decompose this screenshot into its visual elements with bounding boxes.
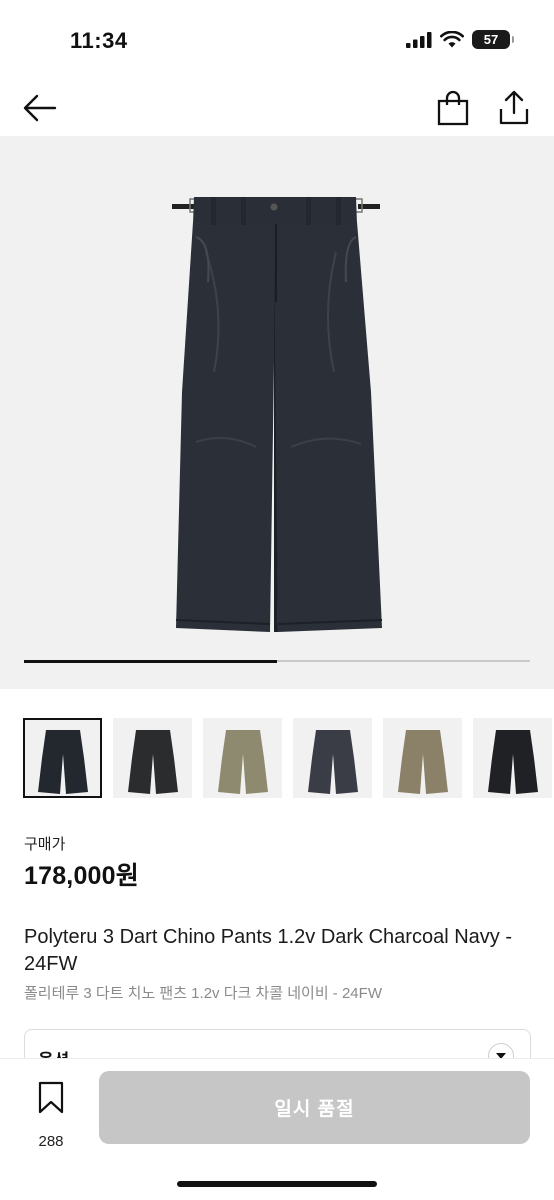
- battery-level: 57: [483, 32, 499, 47]
- price: 178,000원: [24, 862, 139, 890]
- wishlist-count: 288: [38, 1133, 64, 1150]
- product-image: [172, 197, 383, 632]
- battery-icon: 57: [472, 30, 514, 49]
- thumbnail-item[interactable]: [113, 718, 192, 798]
- status-time: 11:34: [70, 28, 128, 53]
- wishlist-button[interactable]: 288: [30, 1079, 72, 1150]
- thumbnail-item[interactable]: [293, 718, 372, 798]
- thumbnail-image: [38, 730, 88, 794]
- thumbnail-image: [308, 730, 358, 794]
- wifi-icon: [440, 31, 464, 48]
- status-icons: 57: [406, 30, 514, 49]
- bookmark-icon: [38, 1081, 64, 1114]
- share-icon[interactable]: [496, 89, 532, 127]
- cellular-signal-icon: [406, 31, 432, 48]
- thumbnail-item[interactable]: [383, 718, 462, 798]
- thumbnail-item[interactable]: [23, 718, 102, 798]
- thumbnail-item[interactable]: [203, 718, 282, 798]
- gallery-progress-fill: [24, 659, 277, 663]
- thumbnail-image: [128, 730, 178, 794]
- status-bar: 11:34 57: [0, 0, 554, 80]
- thumbnail-strip[interactable]: [23, 718, 554, 798]
- bottom-action-bar: 288 일시 품절: [0, 1058, 554, 1200]
- shopping-bag-icon[interactable]: [436, 90, 470, 126]
- sold-out-button[interactable]: 일시 품절: [99, 1071, 530, 1144]
- home-indicator: [177, 1181, 377, 1187]
- back-arrow-icon[interactable]: [22, 92, 58, 124]
- price-label: 구매가: [24, 836, 66, 853]
- thumbnail-image: [398, 730, 448, 794]
- product-image-carousel[interactable]: [0, 136, 554, 689]
- thumbnail-image: [218, 730, 268, 794]
- thumbnail-image: [488, 730, 538, 794]
- nav-bar: [0, 80, 554, 136]
- gallery-progress-bar: [24, 659, 530, 663]
- product-title: Polyteru 3 Dart Chino Pants 1.2v Dark Ch…: [24, 926, 512, 975]
- thumbnail-item[interactable]: [473, 718, 552, 798]
- product-title-korean: 폴리테루 3 다트 치노 팬츠 1.2v 다크 차콜 네이비 - 24FW: [24, 985, 382, 1002]
